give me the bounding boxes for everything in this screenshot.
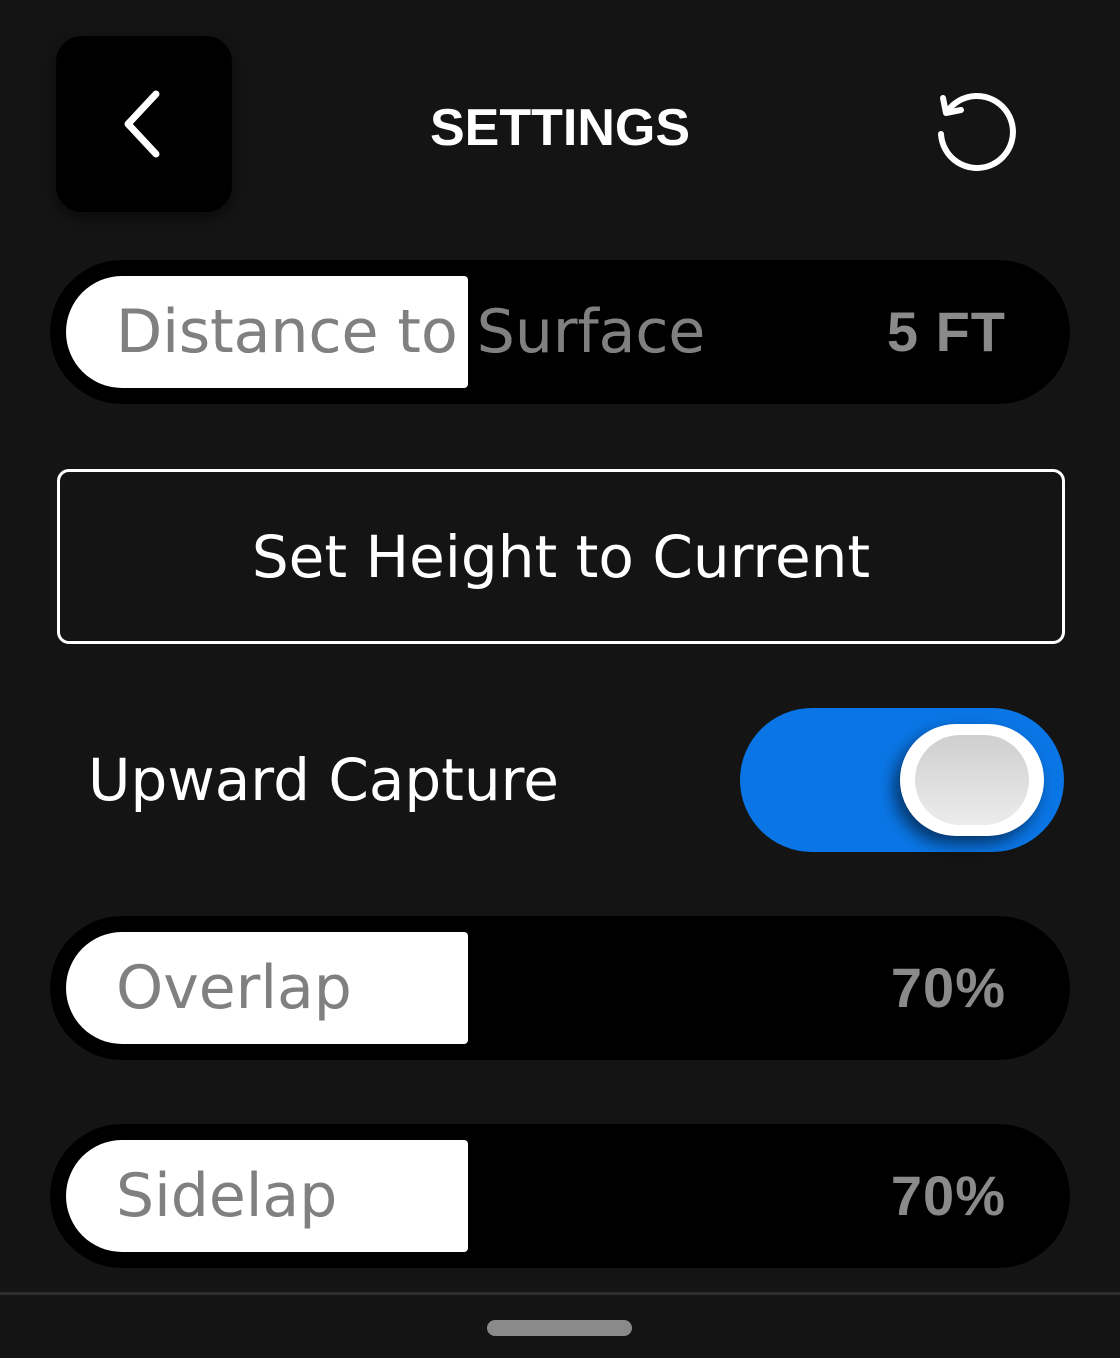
distance-slider-label: Distance to Surface [116, 260, 705, 404]
back-button[interactable] [56, 36, 232, 212]
set-height-button-label: Set Height to Current [251, 522, 871, 591]
sidelap-slider-value: 70% [890, 1164, 1006, 1227]
home-indicator[interactable] [487, 1320, 632, 1336]
toggle-knob-inner [915, 735, 1029, 825]
toggle-knob [900, 724, 1044, 836]
overlap-slider[interactable]: Overlap 70% [50, 916, 1070, 1060]
upward-capture-label: Upward Capture [88, 746, 559, 814]
sidelap-slider[interactable]: Sidelap 70% [50, 1124, 1070, 1268]
refresh-icon [938, 92, 1016, 171]
set-height-button[interactable]: Set Height to Current [57, 469, 1065, 644]
upward-capture-toggle[interactable] [740, 708, 1064, 852]
chevron-left-icon [124, 90, 160, 158]
page-title: SETTINGS [429, 99, 691, 157]
sidelap-slider-label: Sidelap [116, 1161, 338, 1231]
overlap-slider-value: 70% [890, 956, 1006, 1019]
reset-button[interactable] [925, 78, 1025, 178]
overlap-slider-label: Overlap [116, 953, 352, 1023]
distance-to-surface-slider[interactable]: Distance to Surface 5 FT [50, 260, 1070, 404]
distance-slider-value: 5 FT [886, 300, 1006, 363]
